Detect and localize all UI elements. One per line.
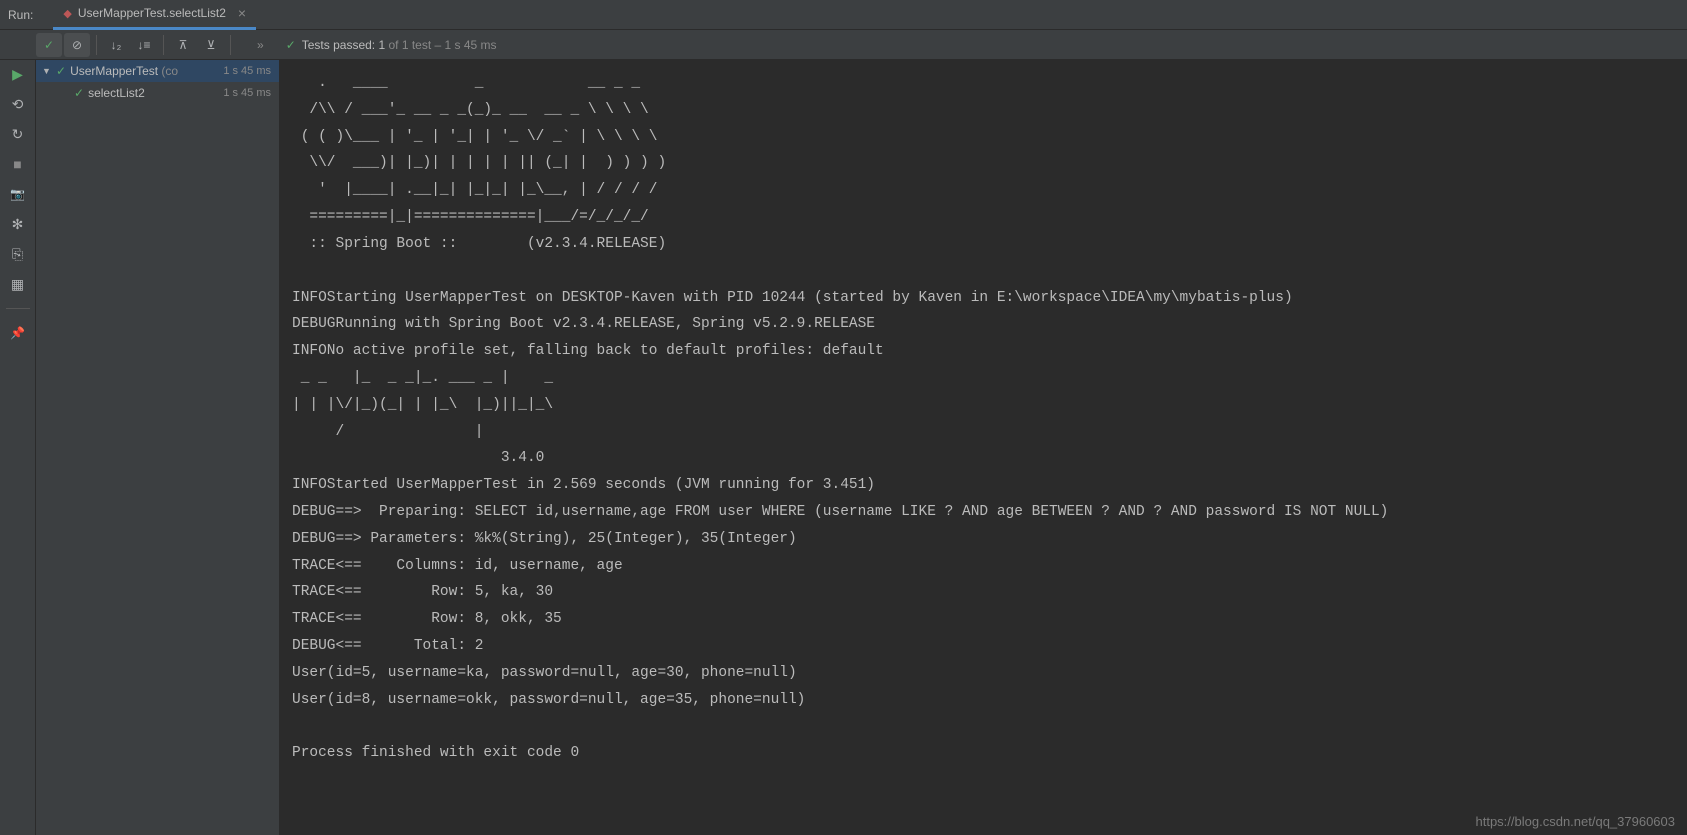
close-icon[interactable]: ×	[238, 5, 246, 21]
check-icon: ✓	[286, 38, 296, 52]
tree-root-row[interactable]: ▼ ✓ UserMapperTest (co 1 s 45 ms	[36, 60, 279, 82]
check-icon: ✓	[56, 64, 66, 78]
pin-button[interactable]: 📌	[8, 323, 28, 343]
tree-child-time: 1 s 45 ms	[223, 87, 279, 99]
dump-button[interactable]: 📷	[8, 184, 28, 204]
tab-label: UserMapperTest.selectList2	[78, 6, 226, 20]
stop-button[interactable]: ■	[8, 154, 28, 174]
left-gutter: ▶ ⟲ ↻ ■ 📷 ✻ ⎘ ▦ 📌	[0, 60, 36, 835]
rerun-button[interactable]: ▶	[8, 64, 28, 84]
sort-duration-button[interactable]: ↓≡	[131, 33, 157, 57]
main-area: ▶ ⟲ ↻ ■ 📷 ✻ ⎘ ▦ 📌 ▼ ✓ UserMapperTest (co…	[0, 60, 1687, 835]
tree-child-row[interactable]: ✓ selectList2 1 s 45 ms	[36, 82, 279, 104]
layout-button[interactable]: ▦	[8, 274, 28, 294]
test-icon: ◆	[63, 7, 71, 20]
test-tree: ▼ ✓ UserMapperTest (co 1 s 45 ms ✓ selec…	[36, 60, 280, 835]
show-passed-button[interactable]: ✓	[36, 33, 62, 57]
separator-icon	[230, 35, 231, 55]
sort-alpha-button[interactable]: ↓₂	[103, 33, 129, 57]
collapse-button[interactable]: ⊼	[170, 33, 196, 57]
test-toolbar: ✓ ⊘ ↓₂ ↓≡ ⊼ ⊻ » ✓ Tests passed: 1 of 1 t…	[0, 30, 1687, 60]
show-ignored-button[interactable]: ⊘	[64, 33, 90, 57]
rerun-failed-button[interactable]: ↻	[8, 124, 28, 144]
check-icon: ✓	[74, 86, 84, 100]
chevron-down-icon[interactable]: ▼	[42, 66, 52, 76]
separator-icon	[96, 35, 97, 55]
console-output[interactable]: . ____ _ __ _ _ /\\ / ___'_ __ _ _(_)_ _…	[280, 60, 1687, 835]
run-label: Run:	[8, 8, 33, 22]
more-icon[interactable]: »	[257, 38, 264, 52]
separator-icon	[163, 35, 164, 55]
watermark: https://blog.csdn.net/qq_37960603	[1476, 814, 1676, 829]
tests-passed-suffix: of 1 test – 1 s 45 ms	[385, 38, 496, 52]
tests-passed-prefix: Tests passed:	[302, 38, 379, 52]
tree-root-time: 1 s 45 ms	[223, 65, 279, 77]
tests-status: ✓ Tests passed: 1 of 1 test – 1 s 45 ms	[286, 38, 497, 52]
divider	[6, 308, 30, 309]
debug-icon[interactable]: ✻	[8, 214, 28, 234]
top-bar: Run: ◆ UserMapperTest.selectList2 ×	[0, 0, 1687, 30]
tree-child-label: selectList2	[88, 86, 219, 100]
run-tab[interactable]: ◆ UserMapperTest.selectList2 ×	[53, 0, 256, 30]
expand-button[interactable]: ⊻	[198, 33, 224, 57]
tree-root-label: UserMapperTest (co	[70, 64, 219, 78]
toggle-autotest-button[interactable]: ⟲	[8, 94, 28, 114]
exit-button[interactable]: ⎘	[8, 244, 28, 264]
